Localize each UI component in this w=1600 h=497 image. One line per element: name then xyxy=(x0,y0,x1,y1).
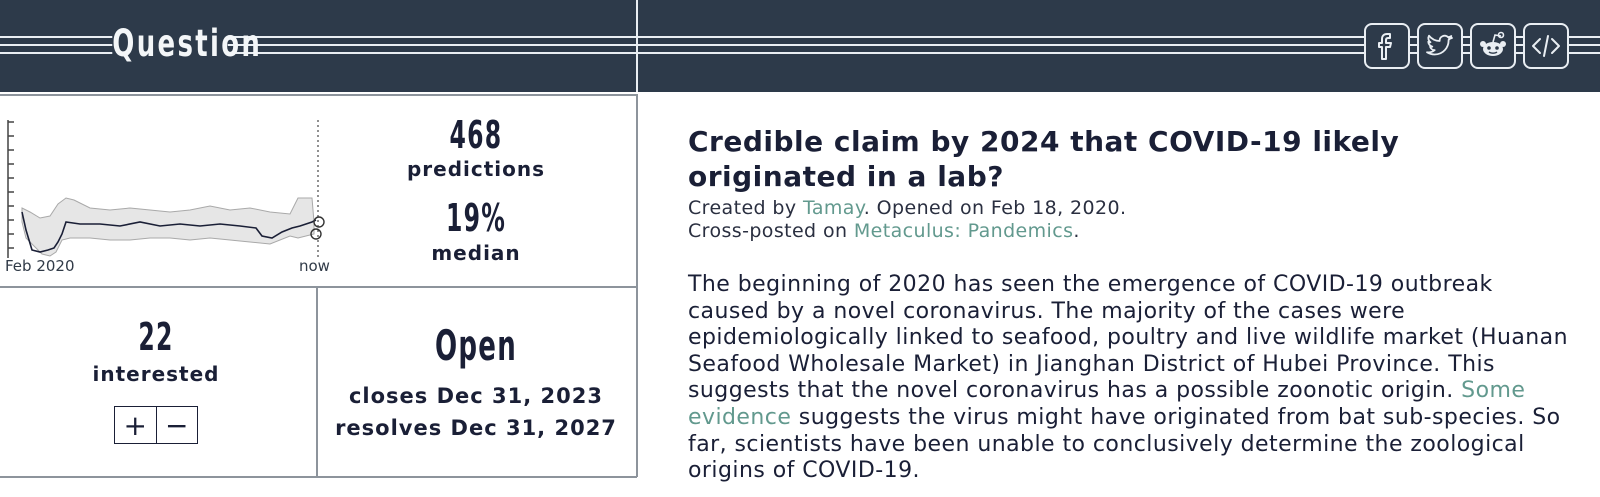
header-divider xyxy=(636,0,638,92)
panel-border-bottom xyxy=(0,476,637,478)
question-title: Credible claim by 2024 that COVID-19 lik… xyxy=(688,125,1400,193)
facebook-icon xyxy=(1378,33,1392,60)
reddit-icon xyxy=(1480,31,1506,56)
question-created-line: Created by Tamay. Opened on Feb 18, 2020… xyxy=(688,197,1126,219)
interest-down-button[interactable]: − xyxy=(155,407,198,443)
code-icon xyxy=(1532,35,1560,57)
resolves-date: resolves Dec 31, 2027 xyxy=(335,416,617,440)
twitter-icon xyxy=(1426,34,1453,56)
question-crosspost-line: Cross-posted on Metaculus: Pandemics. xyxy=(688,220,1080,242)
opened-date: . Opened on Feb 18, 2020. xyxy=(863,197,1127,219)
median-label: median xyxy=(431,241,521,265)
prediction-history-chart[interactable]: Feb 2020 now xyxy=(0,100,340,285)
panel-border-top xyxy=(0,94,637,96)
description-text-continued: suggests the virus might have originated… xyxy=(688,404,1561,484)
predictions-count: 468 xyxy=(449,113,503,157)
interested-label: interested xyxy=(92,362,220,386)
median-value: 19% xyxy=(445,196,507,240)
interest-up-button[interactable]: + xyxy=(115,407,156,443)
crosspost-suffix: . xyxy=(1073,220,1080,242)
crosspost-link[interactable]: Metaculus: Pandemics xyxy=(854,220,1074,242)
interest-vote-control: + − xyxy=(114,406,198,444)
crosspost-prefix: Cross-posted on xyxy=(688,220,854,242)
description-text: The beginning of 2020 has seen the emerg… xyxy=(688,272,1569,404)
chart-start-label: Feb 2020 xyxy=(5,257,75,275)
facebook-share-button[interactable] xyxy=(1364,23,1410,69)
header-bar: Question xyxy=(0,0,1600,92)
question-status: Open xyxy=(435,321,517,370)
section-title: Question xyxy=(112,16,260,72)
question-description: The beginning of 2020 has seen the emerg… xyxy=(688,272,1568,485)
chart-end-label: now xyxy=(299,257,330,275)
embed-share-button[interactable] xyxy=(1523,23,1569,69)
interested-count: 22 xyxy=(138,315,174,359)
panel-border-center xyxy=(316,286,318,477)
predictions-label: predictions xyxy=(406,157,546,181)
author-link[interactable]: Tamay xyxy=(803,197,864,219)
reddit-share-button[interactable] xyxy=(1470,23,1516,69)
closes-date: closes Dec 31, 2023 xyxy=(348,384,604,408)
twitter-share-button[interactable] xyxy=(1417,23,1463,69)
created-prefix: Created by xyxy=(688,197,803,219)
panel-border-middle xyxy=(0,286,637,288)
